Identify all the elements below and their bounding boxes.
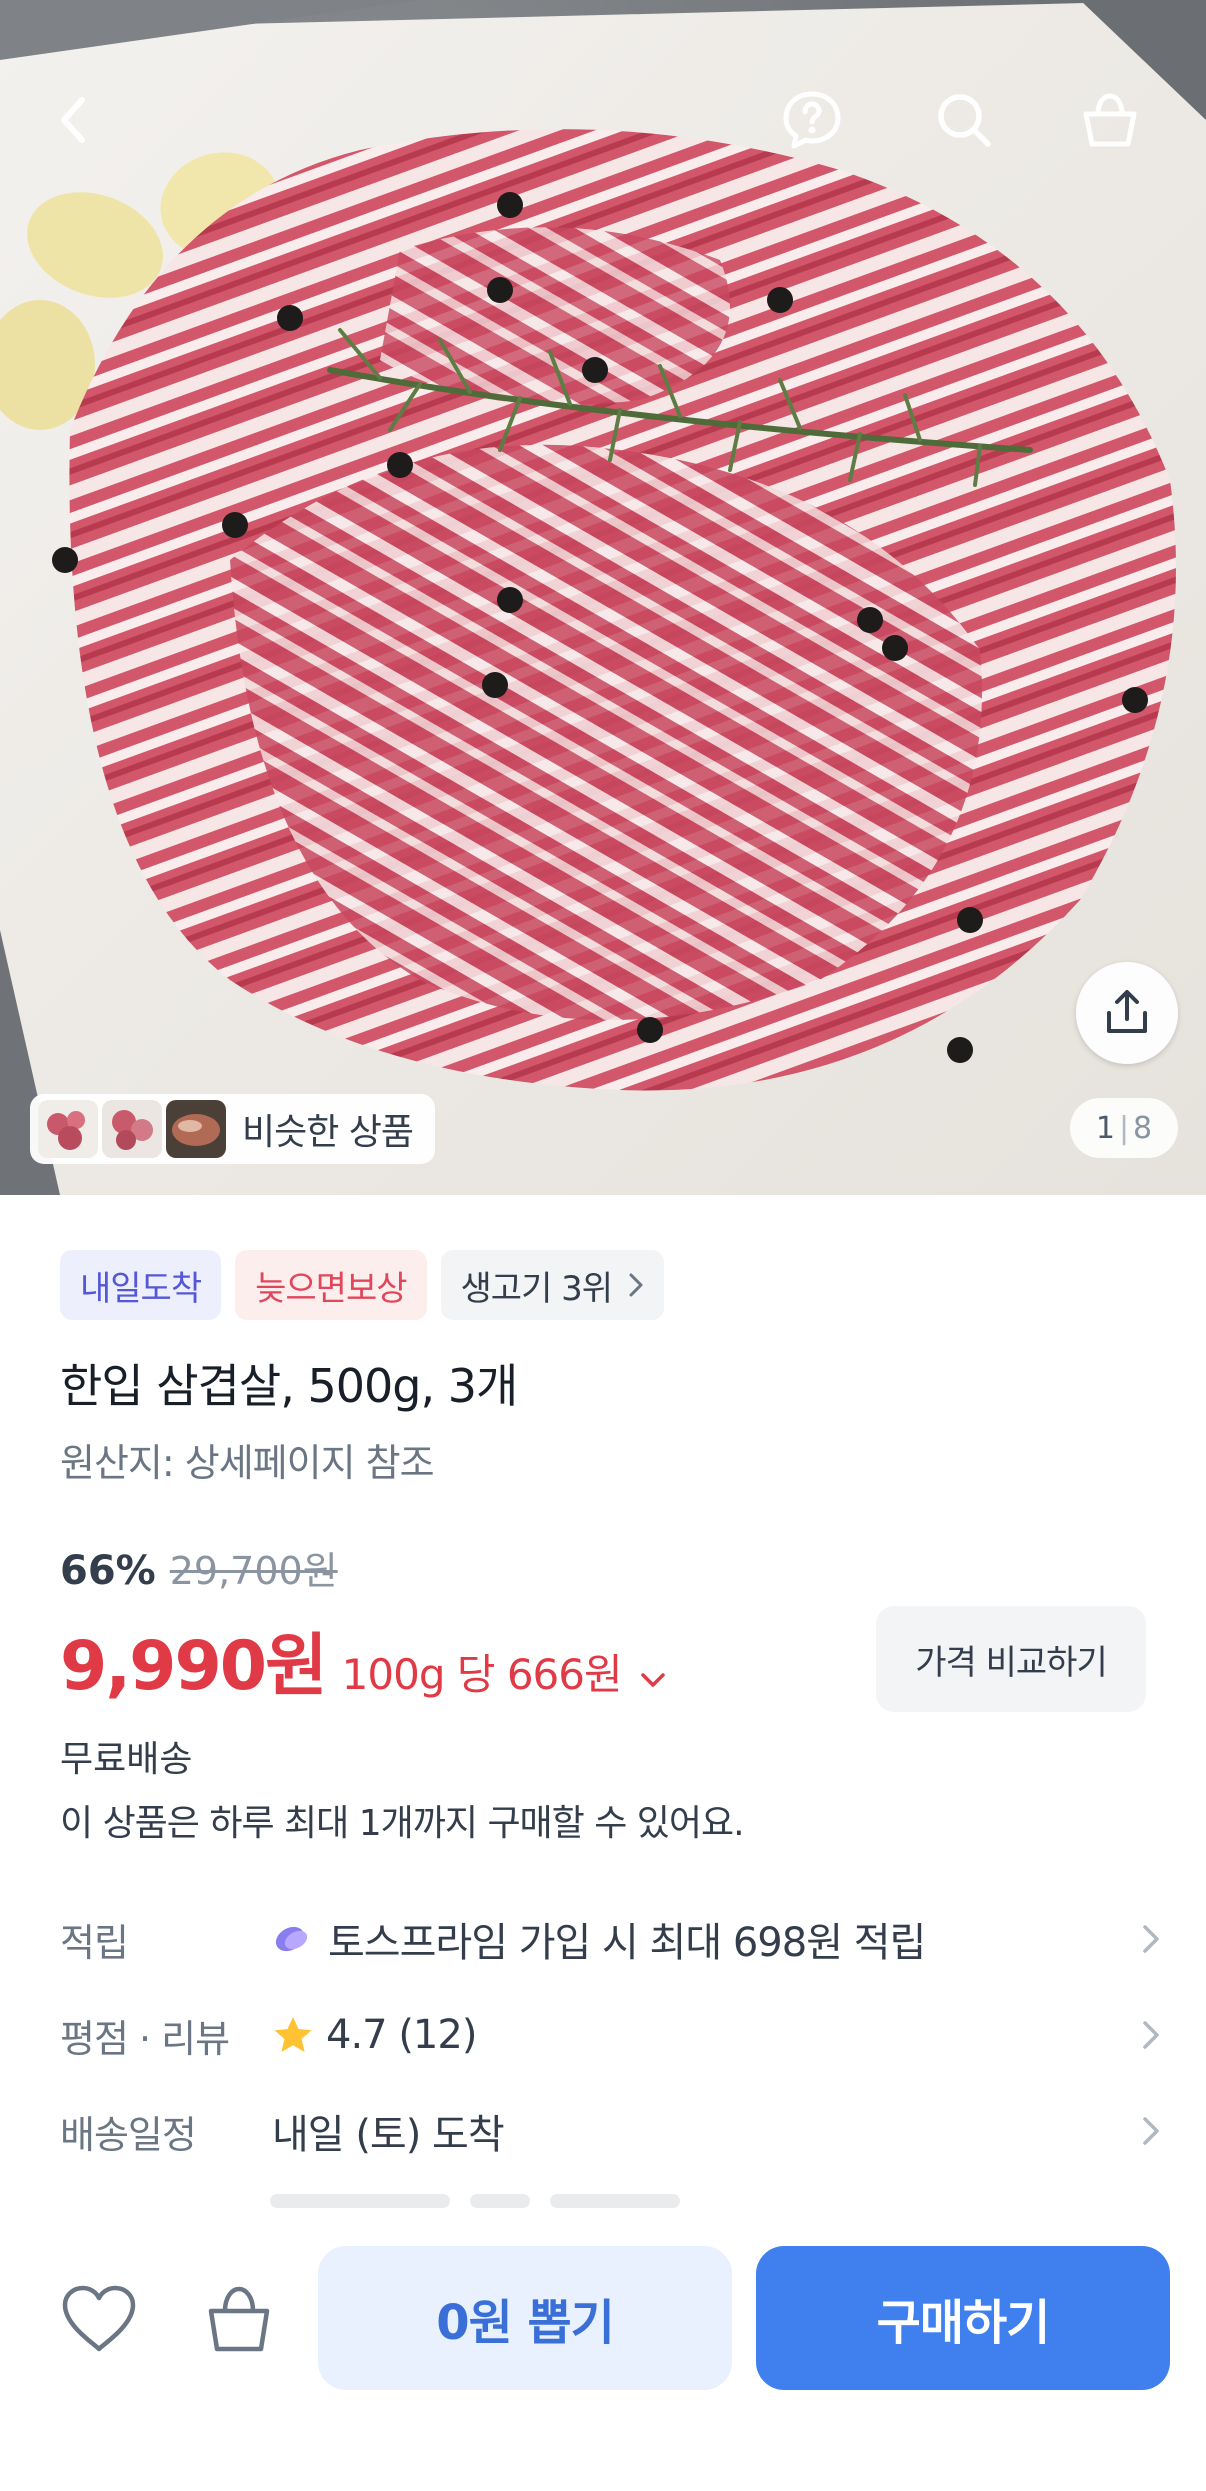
rating-value: 4.7 (12) [326,2012,477,2058]
chevron-left-icon [61,97,85,143]
tag-label: 생고기 3위 [460,1268,614,1309]
chevron-right-icon [1120,2116,1160,2146]
rating-value-wrap: 4.7 (12) [272,2012,1120,2058]
discount-row: 66% 29,700원 [60,1540,338,1595]
similar-thumbnail [38,1100,98,1158]
question-bubble-icon [783,91,841,149]
points-value-wrap: 토스프라임 가입 시 최대 698원 적립 [272,1910,1120,1968]
shipping-info: 무료배송 [60,1739,193,1780]
tag-next-day-delivery: 내일도착 [60,1250,222,1320]
search-button[interactable] [924,80,1004,160]
star-icon [274,2017,312,2052]
similar-thumbnail [166,1100,226,1158]
help-button[interactable] [772,80,852,160]
delivery-value: 내일 (토) 도착 [272,2112,505,2158]
product-photo [0,0,1206,1195]
chevron-right-icon [629,1273,643,1297]
discount-rate: 66% [60,1548,156,1594]
product-origin: 원산지: 상세페이지 참조 [60,1441,435,1485]
points-label: 적립 [60,1920,129,1965]
similar-products-label: 비슷한 상품 [242,1112,414,1153]
image-page-counter: 1 | 8 [1070,1098,1178,1158]
delivery-row[interactable]: 배송일정 내일 (토) 도착 [60,2096,1160,2166]
tag-late-compensation: 늦으면보상 [235,1250,427,1320]
cart-button[interactable] [1070,80,1150,160]
rating-row[interactable]: 평점 · 리뷰 4.7 (12) [60,2000,1160,2070]
price-compare-button[interactable]: 가격 비교하기 [876,1606,1146,1712]
share-icon [1107,990,1147,1033]
points-value: 토스프라임 가입 시 최대 698원 적립 [328,1920,926,1966]
buy-button[interactable]: 구매하기 [756,2246,1170,2390]
unit-price[interactable]: 100g 당 666원 [342,1641,623,1702]
total-pages: 8 [1133,1110,1153,1146]
tag-label: 내일도착 [80,1268,202,1309]
shopping-bag-icon [1083,93,1137,147]
similar-thumbnail [102,1100,162,1158]
heart-icon [62,2285,136,2352]
shopping-bag-icon [208,2286,270,2352]
page-separator: | [1118,1110,1130,1146]
chevron-down-icon[interactable] [640,1671,666,1689]
chevron-right-icon [1120,2020,1160,2050]
tag-label: 늦으면보상 [255,1268,407,1309]
price-row: 9,990원 100g 당 666원 [60,1610,666,1709]
share-button[interactable] [1076,962,1178,1064]
wishlist-button[interactable] [54,2274,144,2364]
original-price: 29,700원 [169,1549,338,1593]
rating-label: 평점 · 리뷰 [60,2016,230,2061]
tag-category-rank[interactable]: 생고기 3위 [440,1250,665,1320]
similar-products-chip[interactable]: 비슷한 상품 [30,1094,436,1164]
product-tags: 내일도착 늦으면보상 생고기 3위 [60,1250,665,1320]
back-button[interactable] [34,80,114,160]
search-icon [938,94,991,147]
delivery-label: 배송일정 [60,2112,197,2157]
purchase-limit-notice: 이 상품은 하루 최대 1개까지 구매할 수 있어요. [60,1803,745,1844]
sale-price: 9,990원 [60,1627,328,1706]
product-title: 한입 삼겹살, 500g, 3개 [60,1359,518,1413]
chevron-right-icon [1120,1924,1160,1954]
current-page: 1 [1095,1110,1115,1146]
points-row[interactable]: 적립 토스프라임 가입 시 최대 698원 적립 [60,1904,1160,1974]
toss-prime-icon [275,1926,308,1952]
product-image-gallery[interactable]: 비슷한 상품 1 | 8 [0,0,1206,1195]
zero-won-draw-button[interactable]: 0원 뽑기 [318,2246,732,2390]
add-to-cart-button[interactable] [194,2274,284,2364]
